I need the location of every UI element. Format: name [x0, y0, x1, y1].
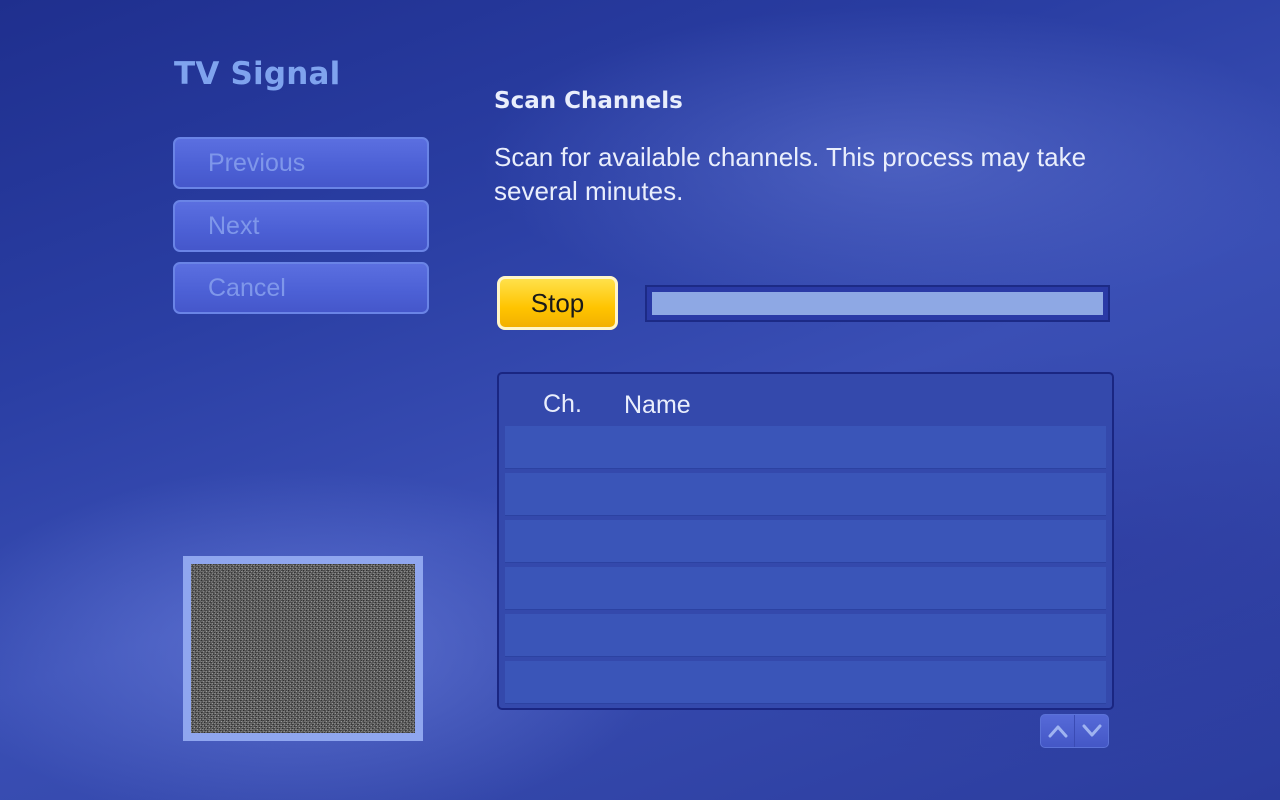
scan-progress-bar	[645, 285, 1110, 322]
tv-preview	[183, 556, 423, 741]
column-header-channel: Ch.	[543, 390, 582, 418]
list-item[interactable]	[505, 567, 1106, 610]
list-item[interactable]	[505, 614, 1106, 657]
tv-static-image	[191, 564, 415, 733]
chevron-up-icon	[1048, 725, 1067, 738]
column-header-name: Name	[624, 391, 691, 419]
channel-list: Ch. Name	[497, 372, 1114, 710]
section-heading: Scan Channels	[494, 88, 683, 114]
channel-list-rows	[505, 426, 1106, 708]
channel-list-header: Ch. Name	[499, 374, 1112, 426]
cancel-button[interactable]: Cancel	[173, 262, 429, 314]
scroll-down-button[interactable]	[1074, 715, 1108, 747]
page-title: TV Signal	[174, 56, 341, 92]
list-item[interactable]	[505, 661, 1106, 704]
list-item[interactable]	[505, 426, 1106, 469]
list-item[interactable]	[505, 520, 1106, 563]
list-scroll-buttons	[1040, 714, 1109, 748]
scroll-up-button[interactable]	[1041, 715, 1074, 747]
scan-description: Scan for available channels. This proces…	[494, 142, 1087, 206]
list-item[interactable]	[505, 473, 1106, 516]
chevron-down-icon	[1082, 724, 1101, 737]
previous-button[interactable]: Previous	[173, 137, 429, 189]
stop-button[interactable]: Stop	[497, 276, 618, 330]
next-button[interactable]: Next	[173, 200, 429, 252]
progress-track	[652, 292, 1103, 315]
